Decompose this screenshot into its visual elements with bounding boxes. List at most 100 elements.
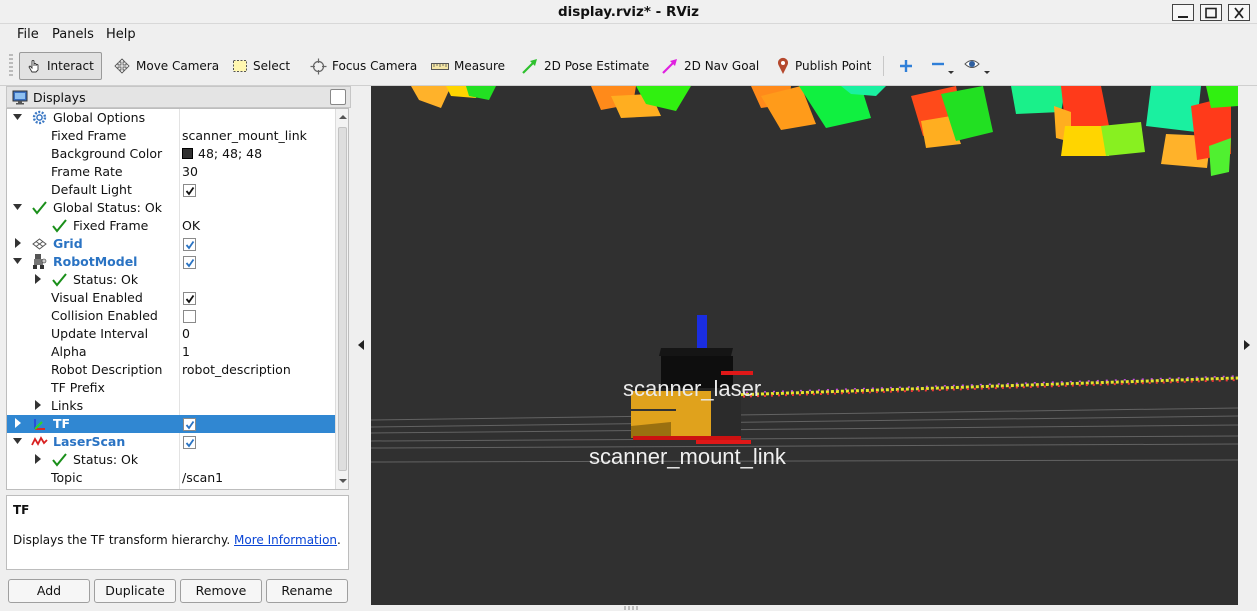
tree-row-global-options[interactable]: Global Options bbox=[7, 109, 335, 127]
close-button[interactable] bbox=[1228, 4, 1250, 21]
add-button[interactable]: Add bbox=[8, 579, 90, 603]
tree-row-robotmodel-status[interactable]: Status: Ok bbox=[7, 271, 335, 289]
ok-check-icon bbox=[52, 219, 67, 233]
checkmark-icon bbox=[185, 240, 195, 250]
ok-check-icon bbox=[32, 201, 47, 215]
tool-interact[interactable]: Interact bbox=[19, 52, 102, 80]
tool-move-camera-label: Move Camera bbox=[136, 59, 220, 73]
collapse-left-arrow-icon[interactable] bbox=[358, 340, 364, 350]
row-label: Fixed Frame bbox=[51, 128, 127, 143]
toolbar-grip[interactable] bbox=[9, 54, 13, 78]
row-label: Global Status: Ok bbox=[53, 200, 162, 215]
topic-value[interactable]: /scan1 bbox=[182, 470, 223, 485]
remove-tool-button[interactable] bbox=[926, 52, 958, 80]
render-3d-view[interactable]: scanner_laser scanner_mount_link bbox=[371, 86, 1238, 605]
tree-row-global-status[interactable]: Global Status: Ok bbox=[7, 199, 335, 217]
menu-help[interactable]: Help bbox=[106, 27, 136, 42]
tf-enabled-checkbox[interactable] bbox=[183, 418, 196, 431]
collision-enabled-checkbox[interactable] bbox=[183, 310, 196, 323]
tool-move-camera[interactable]: Move Camera bbox=[107, 52, 225, 80]
tool-focus-camera-label: Focus Camera bbox=[332, 59, 418, 73]
remove-button[interactable]: Remove bbox=[180, 579, 262, 603]
collapsed-arrow-icon[interactable] bbox=[34, 400, 43, 410]
grid-enabled-checkbox[interactable] bbox=[183, 238, 196, 251]
row-label: Update Interval bbox=[51, 326, 149, 341]
tree-row-topic[interactable]: Topic /scan1 bbox=[7, 469, 335, 487]
tree-row-default-light[interactable]: Default Light bbox=[7, 181, 335, 199]
tree-row-update-interval[interactable]: Update Interval 0 bbox=[7, 325, 335, 343]
robotmodel-enabled-checkbox[interactable] bbox=[183, 256, 196, 269]
duplicate-button[interactable]: Duplicate bbox=[94, 579, 176, 603]
tree-row-background-color[interactable]: Background Color 48; 48; 48 bbox=[7, 145, 335, 163]
robot-description-value[interactable]: robot_description bbox=[182, 362, 291, 377]
update-interval-value[interactable]: 0 bbox=[182, 326, 190, 341]
tree-row-tf[interactable]: TF bbox=[7, 415, 335, 433]
maximize-button[interactable] bbox=[1200, 4, 1222, 21]
row-label: Global Options bbox=[53, 110, 146, 125]
undock-panel-button[interactable] bbox=[330, 89, 346, 105]
hand-pointer-icon bbox=[28, 60, 39, 73]
displays-panel: Displays Global Options Fixed Frame scan… bbox=[6, 86, 351, 605]
tree-row-alpha[interactable]: Alpha 1 bbox=[7, 343, 335, 361]
background-color-value[interactable]: 48; 48; 48 bbox=[182, 146, 262, 161]
tool-2d-nav-goal[interactable]: 2D Nav Goal bbox=[655, 52, 765, 80]
add-tool-button[interactable] bbox=[894, 52, 918, 80]
expand-right-arrow-icon[interactable] bbox=[1244, 340, 1250, 350]
tree-row-fixed-frame[interactable]: Fixed Frame scanner_mount_link bbox=[7, 127, 335, 145]
tree-row-frame-rate[interactable]: Frame Rate 30 bbox=[7, 163, 335, 181]
expanded-arrow-icon[interactable] bbox=[13, 437, 22, 446]
menu-file[interactable]: File bbox=[17, 27, 39, 42]
right-panel-splitter[interactable] bbox=[1238, 86, 1257, 605]
visual-enabled-checkbox[interactable] bbox=[183, 292, 196, 305]
magenta-arrow-icon bbox=[662, 59, 677, 74]
fixed-frame-value[interactable]: scanner_mount_link bbox=[182, 128, 307, 143]
fixed-frame-status-value: OK bbox=[182, 218, 201, 233]
background-color-text: 48; 48; 48 bbox=[198, 146, 263, 161]
collapsed-arrow-icon[interactable] bbox=[14, 238, 23, 248]
expanded-arrow-icon[interactable] bbox=[13, 113, 22, 122]
tree-row-collision-enabled[interactable]: Collision Enabled bbox=[7, 307, 335, 325]
tree-row-grid[interactable]: Grid bbox=[7, 235, 335, 253]
zoom-out-minus-icon bbox=[932, 62, 954, 74]
scroll-down-icon[interactable] bbox=[339, 478, 347, 484]
left-panel-splitter[interactable] bbox=[351, 86, 371, 605]
tree-row-robotmodel[interactable]: RobotModel bbox=[7, 253, 335, 271]
tool-2d-nav-goal-label: 2D Nav Goal bbox=[684, 59, 760, 73]
tool-publish-point[interactable]: Publish Point bbox=[770, 52, 877, 80]
frame-rate-value[interactable]: 30 bbox=[182, 164, 198, 179]
scrollbar-thumb[interactable] bbox=[338, 127, 347, 471]
tree-row-tf-prefix[interactable]: TF Prefix bbox=[7, 379, 335, 397]
tool-select[interactable]: Select bbox=[226, 52, 296, 80]
view-tool-button[interactable] bbox=[960, 52, 994, 80]
checkmark-icon bbox=[185, 294, 195, 304]
tool-2d-pose-estimate[interactable]: 2D Pose Estimate bbox=[515, 52, 655, 80]
minimize-button[interactable] bbox=[1172, 4, 1194, 21]
rename-button[interactable]: Rename bbox=[266, 579, 348, 603]
tree-row-visual-enabled[interactable]: Visual Enabled bbox=[7, 289, 335, 307]
scene-canvas[interactable]: scanner_laser scanner_mount_link bbox=[371, 86, 1238, 605]
scroll-up-icon[interactable] bbox=[339, 114, 347, 120]
collapsed-arrow-icon[interactable] bbox=[34, 274, 43, 284]
default-light-checkbox[interactable] bbox=[183, 184, 196, 197]
more-information-link[interactable]: More Information bbox=[234, 533, 337, 547]
collapsed-arrow-icon[interactable] bbox=[34, 454, 43, 464]
tree-row-laserscan[interactable]: LaserScan bbox=[7, 433, 335, 451]
expanded-arrow-icon[interactable] bbox=[13, 203, 22, 212]
tree-row-links[interactable]: Links bbox=[7, 397, 335, 415]
row-label: Alpha bbox=[51, 344, 87, 359]
expanded-arrow-icon[interactable] bbox=[13, 257, 22, 266]
tool-focus-camera[interactable]: Focus Camera bbox=[304, 52, 423, 80]
tree-row-robot-description[interactable]: Robot Description robot_description bbox=[7, 361, 335, 379]
tree-row-fixed-frame-status[interactable]: Fixed Frame OK bbox=[7, 217, 335, 235]
menu-panels[interactable]: Panels bbox=[52, 27, 94, 42]
tree-row-laserscan-status[interactable]: Status: Ok bbox=[7, 451, 335, 469]
displays-tree: Global Options Fixed Frame scanner_mount… bbox=[6, 108, 349, 490]
laserscan-enabled-checkbox[interactable] bbox=[183, 436, 196, 449]
alpha-value[interactable]: 1 bbox=[182, 344, 190, 359]
collapsed-arrow-icon[interactable] bbox=[14, 418, 23, 428]
bottom-resize-grip[interactable] bbox=[624, 606, 638, 610]
tools-toolbar: Interact Move Camera Select Focus Camera… bbox=[0, 46, 1257, 86]
tool-measure[interactable]: Measure bbox=[425, 52, 511, 80]
color-swatch[interactable] bbox=[182, 148, 193, 159]
tree-scrollbar[interactable] bbox=[335, 109, 348, 489]
